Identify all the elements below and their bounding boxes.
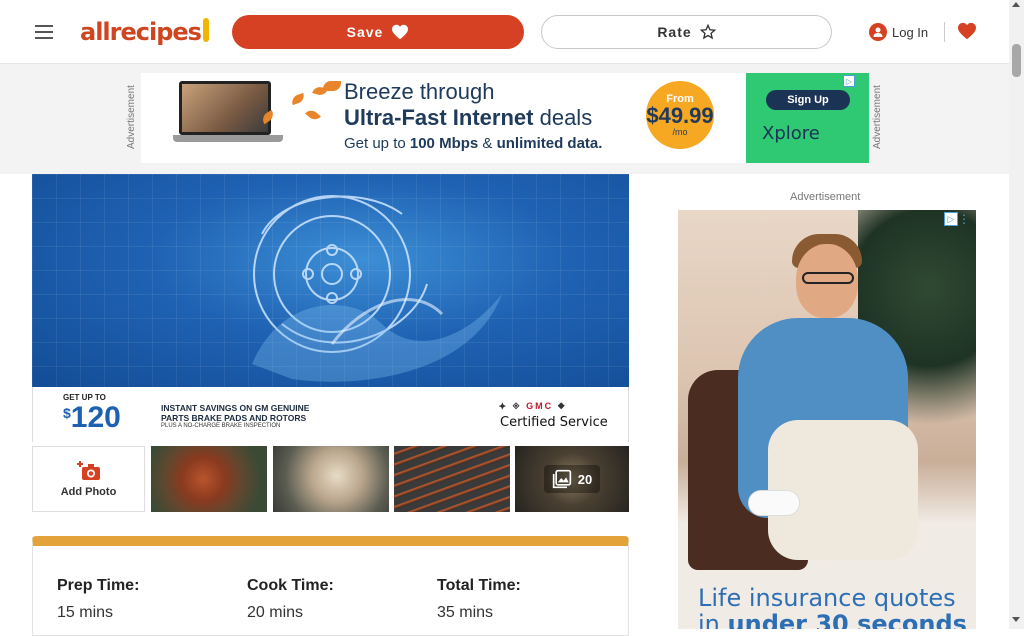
detail-value: 15 mins: [57, 604, 114, 621]
add-photo-button[interactable]: Add Photo: [32, 446, 145, 512]
brake-rotor-graphic: [252, 195, 502, 382]
detail-value: 20 mins: [247, 604, 304, 621]
user-icon: [869, 23, 887, 41]
rate-button[interactable]: Rate: [541, 15, 832, 49]
header-divider: [944, 22, 945, 42]
chevrolet-logo-icon: ⯌: [499, 401, 509, 411]
ad-options-icon[interactable]: ⋮: [857, 75, 867, 87]
signup-button[interactable]: Sign Up: [766, 90, 850, 110]
total-time: Total Time: 35 mins: [437, 577, 521, 622]
prep-time: Prep Time: 15 mins: [57, 577, 139, 622]
recipe-details-card: Prep Time: 15 mins Cook Time: 20 mins To…: [32, 536, 629, 636]
leaf-icon: [305, 107, 321, 123]
photo-gallery-icon: [552, 469, 571, 489]
add-camera-icon: [76, 461, 100, 480]
buick-logo-icon: ◈: [512, 401, 522, 411]
detail-label: Total Time:: [437, 577, 521, 594]
ad-side-label-right: Advertisement: [872, 85, 883, 149]
recipe-photo-thumbnail[interactable]: [394, 446, 510, 512]
certified-service-label: Certified Service: [500, 415, 608, 430]
logo-mark-icon: [202, 18, 209, 42]
recipe-video-player[interactable]: [32, 174, 629, 387]
saved-recipes-heart-icon[interactable]: [955, 19, 979, 43]
recipe-photo-thumbnail[interactable]: [151, 446, 267, 512]
scroll-down-arrow-icon[interactable]: [1012, 617, 1020, 622]
star-icon: [699, 24, 716, 40]
rate-label: Rate: [657, 24, 692, 40]
logo-text: allrecipes: [80, 18, 202, 46]
heart-icon: [392, 24, 409, 40]
page-scrollbar[interactable]: [1009, 0, 1024, 629]
detail-label: Cook Time:: [247, 577, 334, 594]
leaf-icon: [290, 92, 306, 106]
scroll-up-arrow-icon[interactable]: [1012, 2, 1020, 7]
add-photo-label: Add Photo: [60, 486, 117, 498]
detail-label: Prep Time:: [57, 577, 140, 594]
ad-headline-2: Ultra-Fast Internet deals: [344, 105, 593, 130]
site-logo[interactable]: allrecipes: [80, 15, 210, 49]
photo-thumbnails: Add Photo 20: [32, 446, 629, 512]
brand-logos: ⯌ ◈ GMC ◆: [499, 401, 567, 412]
login-label: Log In: [892, 24, 929, 40]
ad-options-icon[interactable]: ⋮: [958, 212, 970, 226]
hamburger-menu-icon[interactable]: [31, 19, 57, 45]
save-label: Save: [346, 24, 384, 40]
ad-subtext: Get up to 100 Mbps & unlimited data.: [344, 135, 603, 152]
site-header: allrecipes Save Rate Log In: [0, 0, 1009, 64]
scrollbar-thumb[interactable]: [1012, 44, 1021, 77]
video-promo-banner[interactable]: GET UP TO $120 INSTANT SAVINGS ON GM GEN…: [32, 387, 629, 442]
detail-value: 35 mins: [437, 604, 494, 621]
price-badge: From $49.99 /mo: [646, 81, 714, 149]
shoe-image: [748, 490, 800, 516]
promo-instant-text: INSTANT SAVINGS ON GM GENUINE PARTS BRAKE…: [161, 403, 310, 423]
promo-plus-text: PLUS A NO-CHARGE BRAKE INSPECTION: [161, 423, 281, 429]
xplore-logo: Xplore: [762, 123, 820, 144]
save-button[interactable]: Save: [232, 15, 524, 49]
adchoices-icon[interactable]: ▷: [843, 75, 855, 87]
ad-headline-1: Breeze through: [344, 79, 495, 104]
login-link[interactable]: Log In: [869, 21, 928, 43]
ad-side-label-left: Advertisement: [126, 85, 137, 149]
glasses-image: [802, 272, 854, 284]
right-ad-label: Advertisement: [790, 191, 861, 203]
right-ad-text: Life insurance quotes in under 30 second…: [698, 584, 967, 629]
more-photos-button[interactable]: 20: [515, 446, 629, 512]
recipe-photo-thumbnail[interactable]: [273, 446, 389, 512]
cook-time: Cook Time: 20 mins: [247, 577, 334, 622]
more-photos-count: 20: [577, 471, 593, 487]
gmc-logo: GMC: [526, 401, 554, 411]
top-banner-ad[interactable]: Breeze through Ultra-Fast Internet deals…: [141, 73, 869, 163]
adchoices-icon[interactable]: ▷: [944, 212, 958, 226]
leaf-icon: [323, 81, 341, 91]
right-sidebar-ad[interactable]: Life insurance quotes in under 30 second…: [678, 210, 976, 629]
promo-price: $120: [63, 401, 121, 434]
cadillac-logo-icon: ◆: [557, 401, 567, 411]
